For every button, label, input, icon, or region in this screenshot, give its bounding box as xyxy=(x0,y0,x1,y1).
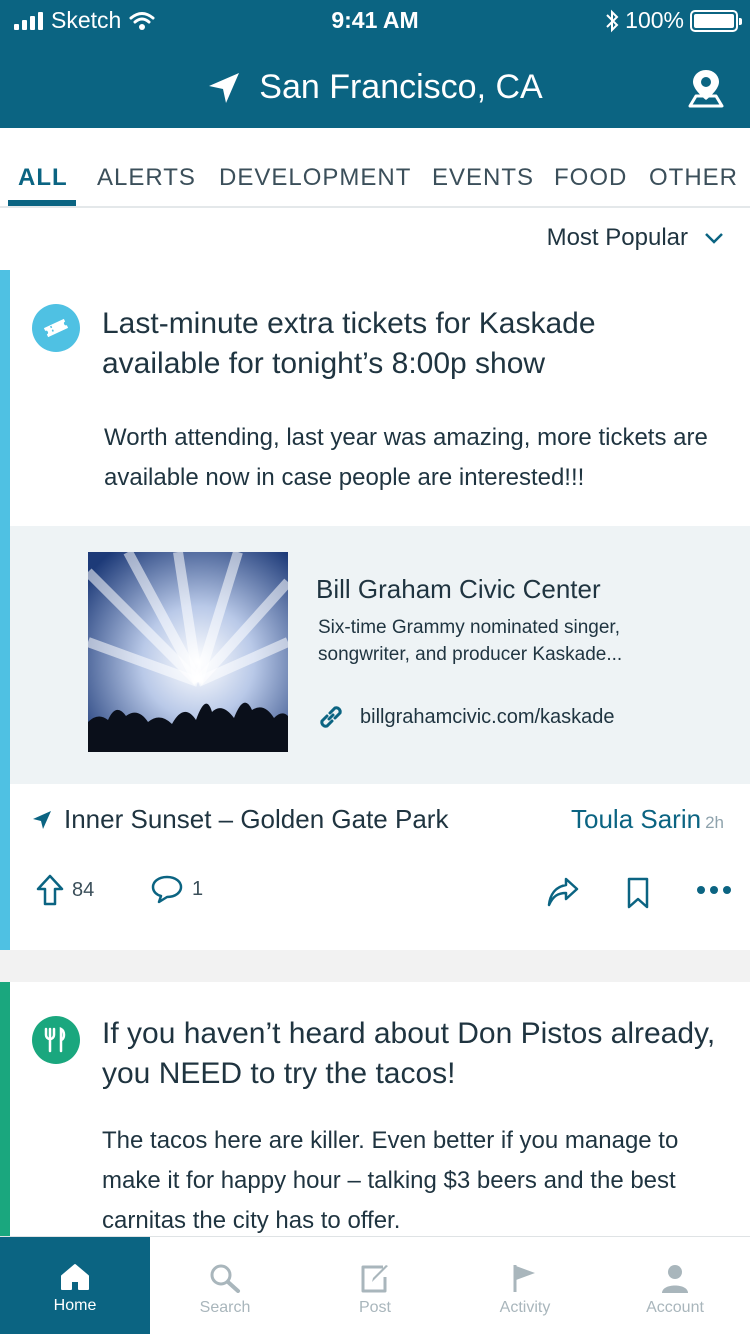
post-body: Worth attending, last year was amazing, … xyxy=(104,424,708,491)
tab-activity[interactable]: Activity xyxy=(450,1237,600,1334)
flag-icon xyxy=(513,1265,535,1292)
post-body: The tacos here are killer. Even better i… xyxy=(102,1127,679,1234)
tab-events[interactable]: EVENTS xyxy=(432,164,534,192)
link-url-text: billgrahamcivic.com/kaskade xyxy=(360,705,615,728)
comment-button[interactable]: 1 xyxy=(150,874,203,904)
event-photo xyxy=(88,552,288,752)
tab-post-label: Post xyxy=(358,1299,391,1316)
share-icon[interactable] xyxy=(546,876,580,908)
link-description: Six-time Grammy nominated singer, songwr… xyxy=(318,617,623,665)
location-title: San Francisco, CA xyxy=(259,68,543,106)
compose-icon xyxy=(361,1265,388,1293)
tab-search[interactable]: Search xyxy=(150,1237,300,1334)
post-actions: 84 1 xyxy=(0,874,750,924)
post-card[interactable]: If you haven’t heard about Don Pistos al… xyxy=(0,982,750,1236)
search-icon xyxy=(210,1264,240,1293)
tab-account-label: Account xyxy=(646,1299,704,1316)
sort-bar: Most Popular xyxy=(0,208,750,270)
category-accent xyxy=(0,270,10,950)
upvote-count: 84 xyxy=(72,878,95,901)
post-title[interactable]: If you haven’t heard about Don Pistos al… xyxy=(102,1014,722,1094)
sort-dropdown[interactable]: Most Popular xyxy=(547,224,724,252)
map-pin-icon[interactable] xyxy=(688,68,724,108)
active-tab-indicator xyxy=(8,200,76,206)
location-arrow-icon xyxy=(209,72,240,103)
home-icon xyxy=(61,1264,89,1290)
tab-post[interactable]: Post xyxy=(300,1237,450,1334)
more-options-icon[interactable] xyxy=(696,884,732,896)
tab-home-label: Home xyxy=(53,1297,97,1314)
upvote-button[interactable]: 84 xyxy=(36,874,94,906)
post-card[interactable]: Last-minute extra tickets for Kaskade av… xyxy=(0,270,750,950)
location-arrow-icon xyxy=(33,810,51,829)
tab-all[interactable]: ALL xyxy=(18,164,68,192)
tab-home[interactable]: Home xyxy=(0,1237,150,1334)
comment-bubble-icon xyxy=(151,875,183,904)
tab-account[interactable]: Account xyxy=(600,1237,750,1334)
app-header: Sketch 9:41 AM 100% San Francisco, CA xyxy=(0,0,750,128)
status-bar: Sketch 9:41 AM 100% xyxy=(0,0,750,40)
battery-icon xyxy=(690,9,742,32)
link-url[interactable]: billgrahamcivic.com/kaskade xyxy=(316,702,615,732)
ticket-icon xyxy=(32,304,80,352)
post-author[interactable]: Toula Sarin 2h xyxy=(571,804,724,835)
tab-food[interactable]: FOOD xyxy=(554,164,627,192)
bookmark-icon[interactable] xyxy=(626,876,650,910)
location-selector[interactable]: San Francisco, CA xyxy=(0,68,750,107)
fork-knife-icon xyxy=(32,1016,80,1064)
category-tabs: ALL ALERTS DEVELOPMENT EVENTS FOOD OTHER xyxy=(0,128,750,208)
upvote-arrow-icon xyxy=(36,874,64,906)
post-location[interactable]: Inner Sunset – Golden Gate Park xyxy=(32,804,448,835)
post-location-text: Inner Sunset – Golden Gate Park xyxy=(64,804,449,834)
author-name: Toula Sarin xyxy=(571,804,702,834)
post-title[interactable]: Last-minute extra tickets for Kaskade av… xyxy=(102,304,722,384)
tab-other[interactable]: OTHER xyxy=(649,164,738,192)
chevron-down-icon xyxy=(705,233,723,244)
tab-activity-label: Activity xyxy=(499,1299,551,1316)
tab-search-label: Search xyxy=(199,1299,251,1316)
link-preview[interactable]: Bill Graham Civic Center Six-time Grammy… xyxy=(10,526,750,784)
sort-label: Most Popular xyxy=(546,224,688,251)
comment-count: 1 xyxy=(192,877,204,900)
account-icon xyxy=(662,1265,688,1293)
tab-alerts[interactable]: ALERTS xyxy=(97,164,196,192)
tab-development[interactable]: DEVELOPMENT xyxy=(219,164,411,192)
battery-percent: 100% xyxy=(625,7,684,33)
bottom-tab-bar: Home Search Post Activity Account xyxy=(0,1236,750,1334)
bluetooth-icon xyxy=(606,9,619,32)
category-accent xyxy=(0,982,10,1236)
link-icon xyxy=(320,706,342,728)
post-time: 2h xyxy=(705,813,724,832)
link-title: Bill Graham Civic Center xyxy=(316,574,601,604)
